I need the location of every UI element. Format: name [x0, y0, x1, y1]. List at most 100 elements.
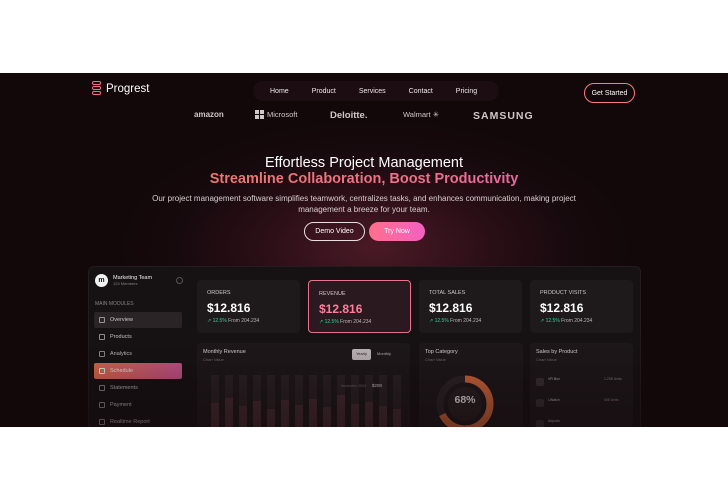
donut-percent: 68% [454, 394, 476, 406]
product-row[interactable]: i-Watch 608 Units [536, 398, 624, 410]
kpi-change-from: From 204.234 [450, 318, 482, 324]
product-value: 1.208 Units [604, 377, 622, 381]
brand-samsung: SAMSUNG [473, 110, 534, 122]
get-started-button[interactable]: Get Started [584, 83, 635, 103]
product-row[interactable]: Airpods [536, 419, 624, 427]
product-thumb [536, 399, 544, 407]
product-value: 608 Units [604, 398, 619, 402]
menu-item-overview[interactable]: Overview [94, 312, 182, 328]
brand-microsoft: Microsoft [255, 110, 297, 119]
monthly-revenue-card: Monthly Revenue Chart Value Yearly Month… [197, 343, 410, 427]
menu-item-payment[interactable]: Payment [94, 397, 182, 413]
kpi-change-from: From 204.234 [228, 318, 260, 324]
dashboard-sidebar: m Marketing Team 124 Members MAIN MODULE… [89, 267, 187, 427]
product-name: VR Box [548, 377, 560, 381]
revenue-bar-fill [365, 402, 373, 427]
product-name: i-Watch [548, 398, 560, 402]
menu-item-products[interactable]: Products [94, 329, 182, 345]
brand-logo[interactable]: Progrest [92, 81, 149, 96]
hero-description: Our project management software simplifi… [152, 194, 576, 214]
revenue-bar-fill [239, 406, 247, 427]
menu-label: Schedule [110, 368, 133, 374]
revenue-bar-fill [337, 395, 345, 427]
hero-title: Effortless Project Management [265, 155, 463, 171]
kpi-product-visits[interactable]: PRODUCT VISITS $12.816 ↗ 12.5% From 204.… [530, 280, 633, 333]
card-title: Sales by Product [536, 349, 578, 355]
product-thumb [536, 420, 544, 427]
revenue-bar-fill [323, 407, 331, 427]
kpi-change: ↗ 12.5% From 204.234 [429, 318, 481, 324]
microsoft-icon [255, 110, 264, 119]
category-donut: 68% [434, 373, 496, 427]
kpi-total-sales[interactable]: TOTAL SALES $12.816 ↗ 12.5% From 204.234 [419, 280, 522, 333]
revenue-bar-fill [267, 409, 275, 427]
logo-icon [92, 81, 101, 96]
kpi-revenue[interactable]: REVENUE $12.816 ↗ 12.5% From 204.234 [308, 280, 411, 333]
kpi-value: $12.816 [319, 302, 363, 316]
menu-label: Products [110, 334, 132, 340]
kpi-change-from: From 204.234 [561, 318, 593, 324]
payment-icon [99, 402, 105, 408]
team-avatar: m [95, 274, 108, 287]
kpi-value: $12.816 [540, 301, 584, 315]
product-name: Airpods [548, 419, 560, 423]
kpi-orders[interactable]: ORDERS $12.816 ↗ 12.5% From 204.234 [197, 280, 300, 333]
nav-link-services[interactable]: Services [350, 88, 400, 95]
top-category-card: Top Category Chart Value 68% [419, 343, 523, 427]
nav-links: Home Product Services Contact Pricing [253, 81, 500, 101]
tooltip-value: $208 [371, 383, 382, 388]
brand-microsoft-label: Microsoft [267, 110, 298, 119]
kpi-label: PRODUCT VISITS [540, 290, 587, 296]
kpi-change-pct: 12.5% [212, 318, 227, 324]
kpi-label: TOTAL SALES [429, 290, 466, 296]
revenue-bar-fill [225, 398, 233, 427]
menu-item-analytics[interactable]: Analytics [94, 346, 182, 362]
team-members: 124 Members [113, 281, 138, 286]
revenue-bar-fill [309, 399, 317, 427]
hero-subtitle: Streamline Collaboration, Boost Producti… [0, 171, 728, 187]
kpi-change: ↗ 12.5% From 204.234 [207, 318, 259, 324]
revenue-bar-fill [351, 404, 359, 427]
nav-link-contact[interactable]: Contact [400, 88, 447, 95]
kpi-change: ↗ 12.5% From 204.234 [540, 318, 592, 324]
nav-link-product[interactable]: Product [303, 88, 350, 95]
report-icon [99, 419, 105, 425]
landing-page: Progrest Home Product Services Contact P… [0, 73, 728, 427]
kpi-value: $12.816 [207, 301, 251, 315]
kpi-label: ORDERS [207, 290, 231, 296]
brand-amazon: amazon [194, 110, 224, 119]
overview-icon [99, 317, 105, 323]
menu-item-statements[interactable]: Statements [94, 380, 182, 396]
try-now-button[interactable]: Try Now [369, 222, 425, 241]
kpi-value: $12.816 [429, 301, 473, 315]
nav-link-pricing[interactable]: Pricing [447, 88, 491, 95]
statements-icon [99, 385, 105, 391]
kpi-change: ↗ 12.5% From 204.234 [319, 319, 371, 325]
brand-deloitte: Deloitte. [330, 110, 368, 121]
tooltip-label: November 2024 [341, 383, 366, 388]
card-title: Top Category [425, 349, 458, 355]
brand-name: Progrest [106, 82, 150, 95]
product-thumb [536, 378, 544, 386]
menu-item-schedule[interactable]: Schedule [94, 363, 182, 379]
revenue-bar-fill [281, 400, 289, 427]
kpi-change-from: From 204.234 [340, 319, 372, 325]
menu-label: Realtime Report [110, 419, 150, 425]
analytics-icon [99, 351, 105, 357]
spark-icon: ✳ [430, 110, 440, 119]
revenue-bar-fill [379, 406, 387, 427]
team-toggle-icon[interactable] [176, 277, 183, 284]
menu-item-realtime-report[interactable]: Realtime Report [94, 414, 182, 427]
card-subtitle: Chart Value [425, 357, 446, 362]
kpi-change-pct: 12.5% [545, 318, 560, 324]
top-navbar: Progrest Home Product Services Contact P… [92, 79, 635, 103]
demo-video-button[interactable]: Demo Video [304, 222, 365, 241]
nav-link-home[interactable]: Home [261, 88, 303, 95]
revenue-bar-fill [295, 405, 303, 427]
team-switcher[interactable]: m Marketing Team 124 Members [95, 274, 152, 287]
menu-label: Payment [110, 402, 132, 408]
kpi-label: REVENUE [319, 291, 346, 297]
menu-label: Statements [110, 385, 138, 391]
product-row[interactable]: VR Box 1.208 Units [536, 377, 624, 389]
brand-walmart-label: Walmart [403, 110, 431, 119]
